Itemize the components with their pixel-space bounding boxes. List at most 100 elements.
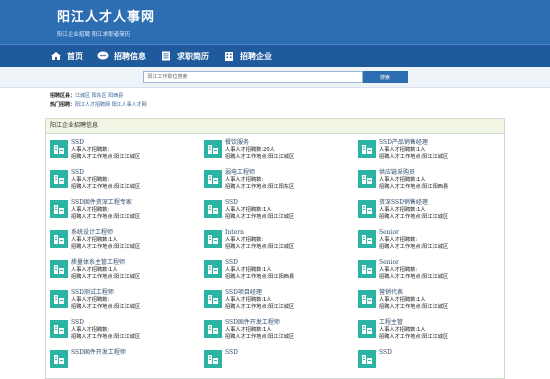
- job-title[interactable]: SSD: [225, 348, 238, 357]
- company-logo-icon[interactable]: [50, 320, 68, 338]
- job-title[interactable]: 供应链采购员: [379, 168, 448, 177]
- nav-jobs[interactable]: 招聘信息: [97, 45, 146, 67]
- job-title[interactable]: SSD: [225, 258, 294, 267]
- nav-home[interactable]: 首页: [50, 45, 83, 67]
- job-title[interactable]: SSD测试工程师: [71, 288, 140, 297]
- job-title[interactable]: SSD: [71, 168, 140, 177]
- job-title[interactable]: SSD项目经理: [225, 288, 294, 297]
- job-card[interactable]: Senior 人事人才招聘数: 招聘人才工作地点:阳江江城区: [358, 228, 508, 256]
- job-title[interactable]: Senior: [379, 258, 448, 267]
- search-input[interactable]: 阳江工作职位搜索: [142, 71, 363, 83]
- company-logo-icon[interactable]: [204, 290, 222, 308]
- job-card[interactable]: SSD 人事人才招聘数: 招聘人才工作地点:阳江江城区: [50, 168, 200, 196]
- company-logo-icon[interactable]: [204, 260, 222, 278]
- job-card[interactable]: SSD固件开发工程师 人事人才招聘数:1人 招聘人才工作地点:阳江江城区: [204, 318, 354, 346]
- company-logo-icon[interactable]: [358, 140, 376, 158]
- job-place: 招聘人才工作地点:阳江江城区: [71, 183, 141, 190]
- jobs-panel: 阳江企业招聘信息 SSD 人事人才招聘数: 招聘人才工作地点:阳江江城区 餐饮服务 人事…: [45, 118, 505, 379]
- job-title[interactable]: SSD: [71, 318, 140, 327]
- company-logo-icon[interactable]: [204, 230, 222, 248]
- company-logo-icon[interactable]: [358, 320, 376, 338]
- job-title[interactable]: SSD固件开发工程师: [71, 348, 126, 357]
- company-logo-icon[interactable]: [50, 290, 68, 308]
- company-logo-icon[interactable]: [358, 200, 376, 218]
- job-title[interactable]: 工程主管: [379, 318, 448, 327]
- company-logo-icon[interactable]: [358, 170, 376, 188]
- job-title[interactable]: Senior: [379, 228, 448, 237]
- company-logo-icon[interactable]: [204, 200, 222, 218]
- job-card[interactable]: 供应链采购员 人事人才招聘数:1人 招聘人才工作地点:阳江阳西县: [358, 168, 508, 196]
- job-place: 招聘人才工作地点:阳江阳西县: [379, 183, 449, 190]
- job-card[interactable]: SSD: [204, 348, 354, 376]
- job-title[interactable]: 系统设计工程师: [71, 228, 140, 237]
- job-place: 招聘人才工作地点:阳江江城区: [71, 273, 141, 280]
- job-card[interactable]: Senior 人事人才招聘数: 招聘人才工作地点:阳江江城区: [358, 258, 508, 286]
- job-grid: SSD 人事人才招聘数: 招聘人才工作地点:阳江江城区 餐饮服务 人事人才招聘数:20人…: [46, 134, 504, 378]
- company-logo-icon[interactable]: [204, 170, 222, 188]
- job-info: SSD 人事人才招聘数: 招聘人才工作地点:阳江江城区: [71, 318, 140, 346]
- job-card[interactable]: SSD 人事人才招聘数:1人 招聘人才工作地点:阳江江城区: [204, 198, 354, 226]
- regions-label: 招聘区县：: [50, 93, 76, 99]
- nav-companies[interactable]: 招聘企业: [223, 45, 272, 67]
- job-title[interactable]: SSD: [379, 348, 392, 357]
- company-logo-icon[interactable]: [50, 200, 68, 218]
- job-card[interactable]: SSD产品销售经理 人事人才招聘数:1人 招聘人才工作地点:阳江江城区: [358, 138, 508, 166]
- job-card[interactable]: SSD 人事人才招聘数: 招聘人才工作地点:阳江江城区: [50, 138, 200, 166]
- company-logo-icon[interactable]: [358, 350, 376, 368]
- job-place: 招聘人才工作地点:阳江江城区: [71, 213, 141, 220]
- job-card[interactable]: SSD固件资深工程专家 人事人才招聘数: 招聘人才工作地点:阳江江城区: [50, 198, 200, 226]
- job-card[interactable]: SSD项目经理 人事人才招聘数:1人 招聘人才工作地点:阳江江城区: [204, 288, 354, 316]
- job-title[interactable]: SSD: [225, 198, 294, 207]
- company-logo-icon[interactable]: [50, 350, 68, 368]
- job-card[interactable]: SSD 人事人才招聘数: 招聘人才工作地点:阳江江城区: [50, 318, 200, 346]
- company-logo-icon[interactable]: [204, 140, 222, 158]
- job-title[interactable]: 质量体系主管工程师: [71, 258, 140, 267]
- job-card[interactable]: 弱电工程师 人事人才招聘数: 招聘人才工作地点:阳江阳东区: [204, 168, 354, 196]
- company-logo-icon[interactable]: [50, 170, 68, 188]
- company-logo-icon[interactable]: [50, 260, 68, 278]
- job-title[interactable]: 资深SSD销售经理: [379, 198, 448, 207]
- job-card[interactable]: SSD测试工程师 人事人才招聘数: 招聘人才工作地点:阳江江城区: [50, 288, 200, 316]
- building-icon: [223, 51, 235, 61]
- job-title[interactable]: 餐饮服务: [225, 138, 294, 147]
- job-card[interactable]: 系统设计工程师 人事人才招聘数:1人 招聘人才工作地点:阳江江城区: [50, 228, 200, 256]
- job-place: 招聘人才工作地点:阳江江城区: [71, 333, 141, 340]
- job-info: SSD固件开发工程师: [71, 348, 126, 376]
- regions-links[interactable]: 江城区 阳东区 阳西县: [75, 93, 123, 99]
- job-info: Intern 人事人才招聘数: 招聘人才工作地点:阳江江城区: [225, 228, 294, 256]
- company-logo-icon[interactable]: [358, 260, 376, 278]
- job-title[interactable]: SSD固件开发工程师: [225, 318, 294, 327]
- job-card[interactable]: SSD 人事人才招聘数:1人 招聘人才工作地点:阳江阳西县: [204, 258, 354, 286]
- job-title[interactable]: Intern: [225, 228, 294, 237]
- job-title[interactable]: SSD: [71, 138, 140, 147]
- job-card[interactable]: Intern 人事人才招聘数: 招聘人才工作地点:阳江江城区: [204, 228, 354, 256]
- company-logo-icon[interactable]: [204, 350, 222, 368]
- job-title[interactable]: SSD固件资深工程专家: [71, 198, 140, 207]
- search-bar: 阳江工作职位搜索 搜索: [0, 67, 550, 88]
- site-title[interactable]: 阳江人才人事网: [57, 6, 155, 25]
- job-place: 招聘人才工作地点:阳江江城区: [225, 243, 295, 250]
- company-logo-icon[interactable]: [50, 140, 68, 158]
- job-title[interactable]: 弱电工程师: [225, 168, 294, 177]
- job-card[interactable]: 质量体系主管工程师 人事人才招聘数:1人 招聘人才工作地点:阳江江城区: [50, 258, 200, 286]
- job-card[interactable]: 工程主管 人事人才招聘数:1人 招聘人才工作地点:阳江江城区: [358, 318, 508, 346]
- search-button[interactable]: 搜索: [362, 71, 408, 83]
- job-title[interactable]: 营销代表: [379, 288, 448, 297]
- company-logo-icon[interactable]: [204, 320, 222, 338]
- job-card[interactable]: 餐饮服务 人事人才招聘数:20人 招聘人才工作地点:阳江江城区: [204, 138, 354, 166]
- job-card[interactable]: SSD: [358, 348, 508, 376]
- nav-resumes[interactable]: 求职简历: [160, 45, 209, 67]
- company-logo-icon[interactable]: [358, 230, 376, 248]
- job-info: 工程主管 人事人才招聘数:1人 招聘人才工作地点:阳江江城区: [379, 318, 448, 346]
- company-logo-icon[interactable]: [358, 290, 376, 308]
- regions-row: 招聘区县：江城区 阳东区 阳西县: [50, 92, 500, 101]
- job-title[interactable]: SSD产品销售经理: [379, 138, 448, 147]
- job-card[interactable]: SSD固件开发工程师: [50, 348, 200, 376]
- company-logo-icon[interactable]: [50, 230, 68, 248]
- job-info: SSD产品销售经理 人事人才招聘数:1人 招聘人才工作地点:阳江江城区: [379, 138, 448, 166]
- job-info: 质量体系主管工程师 人事人才招聘数:1人 招聘人才工作地点:阳江江城区: [71, 258, 140, 286]
- job-card[interactable]: 资深SSD销售经理 人事人才招聘数:1人 招聘人才工作地点:阳江江城区: [358, 198, 508, 226]
- job-place: 招聘人才工作地点:阳江江城区: [379, 213, 449, 220]
- hot-links[interactable]: 阳江人才招聘网 阳江人事人才网: [75, 102, 147, 108]
- job-card[interactable]: 营销代表 人事人才招聘数:1人 招聘人才工作地点:阳江江城区: [358, 288, 508, 316]
